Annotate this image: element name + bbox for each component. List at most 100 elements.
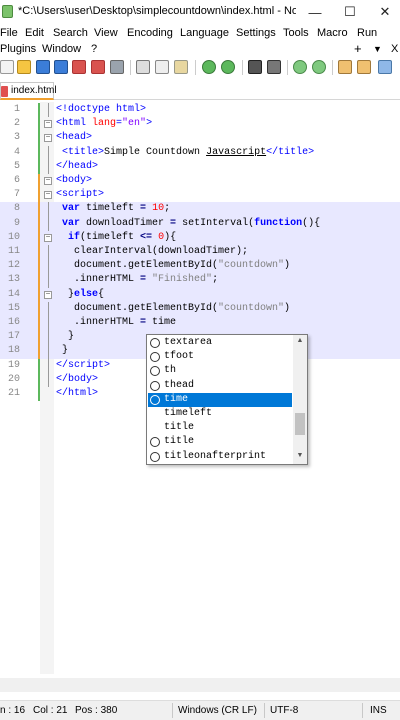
menu-help[interactable]: ? xyxy=(91,43,97,55)
autocomplete-item[interactable]: timeleft xyxy=(148,407,292,421)
code-text[interactable]: <head> xyxy=(56,131,92,145)
autocomplete-item[interactable]: time xyxy=(148,392,292,407)
status-insert-mode[interactable]: INS xyxy=(370,705,387,716)
scroll-down-icon[interactable]: ▼ xyxy=(294,452,306,459)
undo-icon[interactable] xyxy=(202,60,216,74)
code-line[interactable]: 3 − <head> xyxy=(0,131,400,146)
code-text[interactable]: .innerHTML = time xyxy=(56,316,176,330)
autocomplete-scrollbar[interactable] xyxy=(293,335,307,464)
menu-macro[interactable]: Macro xyxy=(317,27,348,39)
copy-icon[interactable] xyxy=(155,60,169,74)
code-line[interactable]: 7 − <script> xyxy=(0,188,400,203)
word-wrap-icon[interactable] xyxy=(378,60,392,74)
fold-toggle-icon[interactable]: − xyxy=(44,290,52,299)
code-text[interactable]: var timeleft = 10; xyxy=(56,202,170,216)
menu-language[interactable]: Language xyxy=(180,27,229,39)
status-encoding[interactable]: UTF-8 xyxy=(270,705,298,716)
menu-window[interactable]: Window xyxy=(42,43,81,55)
redo-icon[interactable] xyxy=(221,60,235,74)
code-text[interactable]: }else{ xyxy=(56,288,104,302)
code-text[interactable]: <!doctype html> xyxy=(56,103,146,117)
code-text[interactable]: </body> xyxy=(56,373,98,387)
code-line[interactable]: 15 document.getElementById("countdown") xyxy=(0,301,400,316)
code-line[interactable]: 2 − <html lang="en"> xyxy=(0,117,400,132)
close-tab-button[interactable]: X xyxy=(391,43,398,55)
print-icon[interactable] xyxy=(110,60,124,74)
code-line[interactable]: 6 − <body> xyxy=(0,174,400,189)
paste-icon[interactable] xyxy=(174,60,188,74)
menu-file[interactable]: File xyxy=(0,27,18,39)
code-text[interactable]: <script> xyxy=(56,188,104,202)
replace-icon[interactable] xyxy=(267,60,281,74)
save-all-icon[interactable] xyxy=(54,60,68,74)
close-button[interactable]: ✕ xyxy=(368,0,400,24)
sync-vertical-icon[interactable] xyxy=(338,60,352,74)
fold-toggle-icon[interactable]: − xyxy=(44,177,52,185)
menu-tools[interactable]: Tools xyxy=(283,27,309,39)
autocomplete-popup[interactable]: textarea tfoot th thead time timeleft title tit… xyxy=(146,334,308,465)
menu-search[interactable]: Search xyxy=(53,27,88,39)
code-text[interactable]: document.getElementById("countdown") xyxy=(56,302,290,316)
menu-edit[interactable]: Edit xyxy=(25,27,44,39)
zoom-in-icon[interactable] xyxy=(293,60,307,74)
code-text[interactable]: } xyxy=(56,344,68,358)
scroll-up-icon[interactable]: ▲ xyxy=(294,337,306,344)
code-text[interactable]: .innerHTML = "Finished"; xyxy=(56,273,218,287)
autocomplete-item[interactable]: title xyxy=(148,435,292,449)
code-text[interactable]: clearInterval(downloadTimer); xyxy=(56,245,248,259)
menu-encoding[interactable]: Encoding xyxy=(127,27,173,39)
menu-view[interactable]: View xyxy=(94,27,118,39)
autocomplete-scroll-thumb[interactable] xyxy=(295,413,305,435)
code-line[interactable]: 12 document.getElementById("countdown") xyxy=(0,259,400,274)
code-line[interactable]: 11 clearInterval(downloadTimer); xyxy=(0,245,400,260)
menu-settings[interactable]: Settings xyxy=(236,27,276,39)
code-line[interactable]: 1 <!doctype html> xyxy=(0,103,400,118)
code-text[interactable]: <html lang="en"> xyxy=(56,117,152,131)
horizontal-scrollbar[interactable] xyxy=(0,678,400,692)
code-text[interactable]: <body> xyxy=(56,174,92,188)
fold-toggle-icon[interactable]: − xyxy=(44,120,52,129)
fold-toggle-icon[interactable]: − xyxy=(44,134,52,143)
code-line[interactable]: 16 .innerHTML = time xyxy=(0,316,400,331)
autocomplete-item[interactable]: tfoot xyxy=(148,350,292,364)
close-all-icon[interactable] xyxy=(91,60,105,74)
code-text[interactable]: </head> xyxy=(56,160,98,174)
code-line[interactable]: 10 − if(timeleft <= 0){ xyxy=(0,230,400,245)
sync-horizontal-icon[interactable] xyxy=(357,60,371,74)
fold-toggle-icon[interactable]: − xyxy=(44,191,52,200)
code-text[interactable]: var downloadTimer = setInterval(function… xyxy=(56,217,320,231)
code-line[interactable]: 8 var timeleft = 10; xyxy=(0,202,400,217)
status-eol[interactable]: Windows (CR LF) xyxy=(178,705,257,716)
new-file-icon[interactable] xyxy=(0,60,14,74)
menu-run[interactable]: Run xyxy=(357,27,377,39)
autocomplete-item[interactable]: textarea xyxy=(148,336,292,350)
minimize-button[interactable]: — xyxy=(298,0,332,24)
new-tab-button[interactable]: + xyxy=(354,41,362,56)
open-folder-icon[interactable] xyxy=(17,60,31,74)
save-icon[interactable] xyxy=(36,60,50,74)
code-text[interactable]: if(timeleft <= 0){ xyxy=(56,231,176,245)
close-file-icon[interactable] xyxy=(72,60,86,74)
code-line[interactable]: 13 .innerHTML = "Finished"; xyxy=(0,273,400,288)
code-text[interactable]: } xyxy=(56,330,74,344)
autocomplete-item[interactable]: titleonafterprint xyxy=(148,450,292,464)
code-text[interactable]: document.getElementById("countdown") xyxy=(56,259,290,273)
maximize-button[interactable]: ☐ xyxy=(333,0,367,24)
code-line[interactable]: 14 − }else{ xyxy=(0,287,400,302)
zoom-out-icon[interactable] xyxy=(312,60,326,74)
find-icon[interactable] xyxy=(248,60,262,74)
tab-list-button[interactable]: ▼ xyxy=(373,44,382,54)
menu-plugins[interactable]: Plugins xyxy=(0,43,36,55)
fold-toggle-icon[interactable]: − xyxy=(44,233,52,242)
code-text[interactable]: </html> xyxy=(56,387,98,401)
code-text[interactable]: </script> xyxy=(56,359,110,373)
autocomplete-item[interactable]: th xyxy=(148,364,292,378)
cut-icon[interactable] xyxy=(136,60,150,74)
tab-index-html[interactable]: index.html xyxy=(0,82,57,100)
code-line[interactable]: 4 <title>Simple Countdown Javascript</ti… xyxy=(0,145,400,160)
code-text[interactable]: <title>Simple Countdown Javascript</titl… xyxy=(56,146,314,160)
autocomplete-item[interactable]: title xyxy=(148,421,292,435)
autocomplete-item[interactable]: thead xyxy=(148,379,292,393)
code-line[interactable]: 5 </head> xyxy=(0,159,400,174)
code-line[interactable]: 9 var downloadTimer = setInterval(functi… xyxy=(0,216,400,231)
